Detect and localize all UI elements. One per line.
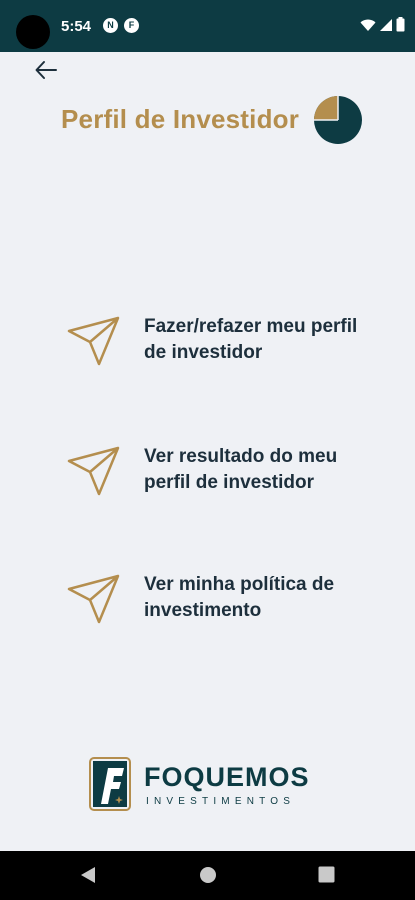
logo-subtitle: INVESTIMENTOS — [146, 796, 296, 807]
notification-f-icon: F — [124, 18, 139, 33]
notification-n-icon: N — [103, 18, 118, 33]
battery-icon — [396, 17, 405, 32]
back-triangle-icon[interactable] — [80, 866, 96, 884]
page-title: Perfil de Investidor — [61, 104, 300, 134]
send-icon — [67, 446, 120, 496]
wifi-icon — [360, 19, 376, 31]
arrow-left-icon — [35, 61, 57, 79]
menu-item-label: Ver minha política de investimento — [144, 574, 335, 621]
home-circle-icon[interactable] — [199, 866, 217, 884]
send-icon — [67, 316, 120, 366]
menu-item-label: Ver resultado do meu perfil de investido… — [144, 446, 338, 493]
menu-item-label: Fazer/refazer meu perfil de investidor — [144, 316, 358, 363]
menu-item-profile-result[interactable]: Ver resultado do meu perfil de investido… — [66, 444, 376, 514]
menu-item-profile-questionnaire[interactable]: Fazer/refazer meu perfil de investidor — [66, 314, 376, 384]
menu-item-investment-policy[interactable]: Ver minha política de investimento — [66, 572, 376, 642]
back-button[interactable] — [30, 56, 62, 84]
logo-name: FOQUEMOS — [144, 762, 310, 792]
screen: 5:54 N F Perfil de Investidor Fazer/refa… — [0, 0, 415, 900]
status-bar: 5:54 N F — [0, 0, 415, 52]
signal-icon — [380, 18, 392, 31]
status-icons — [360, 17, 405, 32]
pie-chart-icon — [314, 96, 362, 144]
brand-logo: FOQUEMOS INVESTIMENTOS — [88, 756, 338, 816]
send-icon — [67, 574, 120, 624]
status-time: 5:54 — [61, 18, 92, 35]
system-nav-bar — [0, 851, 415, 900]
foquemos-logo-icon — [89, 757, 131, 811]
recents-square-icon[interactable] — [318, 866, 335, 883]
camera-cutout — [16, 15, 50, 49]
